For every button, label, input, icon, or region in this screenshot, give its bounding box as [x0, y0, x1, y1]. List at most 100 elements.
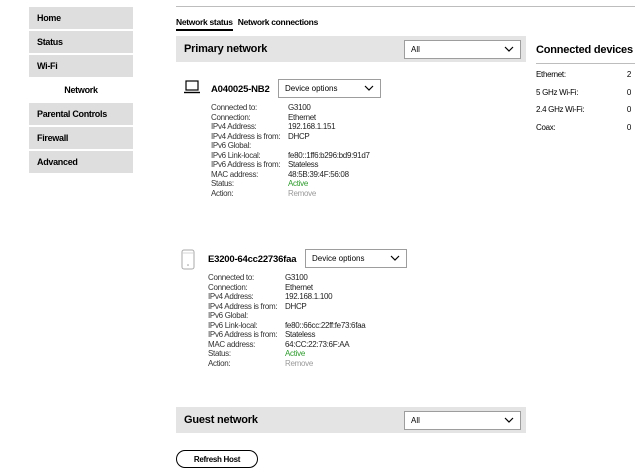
- remove-link[interactable]: Remove: [284, 359, 365, 369]
- detail-row-status: Status: Active: [211, 179, 370, 189]
- sidebar-item-advanced[interactable]: Advanced: [29, 151, 133, 173]
- sidebar-nav: Home Status Wi-Fi Network Parental Contr…: [29, 7, 133, 175]
- detail-row-mac: MAC address: 64:CC:22:73:6F:AA: [208, 340, 365, 350]
- primary-network-title: Primary network: [184, 43, 268, 55]
- detail-value: fe80::66cc:22ff:fe73:6faa: [285, 320, 366, 330]
- detail-value: fe80::1ff6:b296:bd9:91d7: [288, 150, 370, 160]
- detail-label: IPv6 Link-local:: [211, 150, 261, 160]
- chevron-down-icon: [390, 255, 400, 261]
- detail-value: Stateless: [285, 330, 316, 339]
- detail-label: IPv6 Global:: [211, 141, 251, 150]
- connected-devices-divider: [536, 63, 635, 64]
- detail-row-connection: Connection: Ethernet: [211, 113, 370, 123]
- sidebar-item-firewall[interactable]: Firewall: [29, 127, 133, 149]
- refresh-host-button[interactable]: Refresh Host: [176, 450, 258, 468]
- detail-label: IPv4 Address is from:: [211, 131, 281, 141]
- top-divider: [176, 6, 635, 7]
- guest-network-filter-select[interactable]: All: [404, 411, 521, 430]
- guest-network-title: Guest network: [184, 414, 258, 426]
- device-options-label: Device options: [285, 84, 338, 93]
- detail-value: Ethernet: [285, 282, 313, 292]
- connected-devices-row-5ghz: 5 GHz Wi-Fi: 0: [536, 88, 631, 97]
- sidebar-item-network[interactable]: Network: [29, 79, 133, 101]
- remove-link[interactable]: Remove: [287, 189, 370, 199]
- detail-value: 192.168.1.100: [285, 292, 333, 301]
- detail-value: G3100: [288, 103, 311, 112]
- detail-label: Status:: [211, 179, 234, 188]
- detail-row-ipv4-source: IPv4 Address is from: DHCP: [208, 302, 365, 312]
- detail-row-ipv6-link-local: IPv6 Link-local: fe80::1ff6:b296:bd9:91d7: [211, 151, 370, 161]
- extender-icon: [181, 249, 195, 270]
- device-options-label: Device options: [312, 254, 365, 263]
- status-value: Active: [285, 349, 305, 358]
- connected-devices-label: Coax:: [536, 123, 556, 132]
- detail-value: DHCP: [285, 301, 307, 311]
- detail-label: Connected to:: [211, 103, 257, 112]
- connected-devices-count: 0: [626, 105, 631, 114]
- detail-label: IPv6 Link-local:: [208, 320, 258, 330]
- detail-label: MAC address:: [208, 339, 256, 349]
- detail-label: Connection:: [211, 112, 251, 122]
- connected-devices-title: Connected devices: [536, 44, 633, 56]
- detail-label: IPv4 Address:: [208, 292, 254, 301]
- detail-row-ipv6-global: IPv6 Global:: [208, 311, 365, 321]
- tab-bar: Network status Network connections: [176, 17, 318, 31]
- detail-label: MAC address:: [211, 169, 259, 179]
- detail-value: G3100: [285, 273, 308, 282]
- detail-value: 64:CC:22:73:6F:AA: [285, 339, 350, 349]
- detail-row-ipv4: IPv4 Address: 192.168.1.100: [208, 292, 365, 302]
- detail-value: Stateless: [288, 160, 319, 169]
- detail-row-action: Action: Remove: [211, 189, 370, 199]
- chevron-down-icon: [364, 85, 374, 91]
- device-name: A040025-NB2: [211, 84, 270, 95]
- primary-network-filter-select[interactable]: All: [404, 40, 521, 59]
- detail-row-connection: Connection: Ethernet: [208, 283, 365, 293]
- detail-row-connected-to: Connected to: G3100: [211, 103, 370, 113]
- guest-network-filter-value: All: [411, 416, 420, 425]
- tab-network-connections[interactable]: Network connections: [238, 17, 319, 31]
- tab-network-status[interactable]: Network status: [176, 17, 233, 31]
- device-details-table: Connected to: G3100 Connection: Ethernet I…: [208, 273, 366, 369]
- chevron-down-icon: [504, 46, 514, 52]
- detail-value: Ethernet: [288, 112, 316, 122]
- detail-label: Status:: [208, 349, 231, 358]
- detail-label: IPv4 Address is from:: [208, 301, 278, 311]
- detail-value: DHCP: [288, 131, 310, 141]
- detail-row-ipv6-link-local: IPv6 Link-local: fe80::66cc:22ff:fe73:6fa…: [208, 320, 366, 331]
- detail-row-ipv4-source: IPv4 Address is from: DHCP: [211, 132, 370, 142]
- connected-devices-label: 2.4 GHz Wi-Fi:: [536, 105, 585, 114]
- connected-devices-count: 2: [626, 70, 631, 79]
- device-options-select[interactable]: Device options: [305, 249, 407, 268]
- connected-devices-label: Ethernet:: [536, 70, 566, 79]
- detail-value: [287, 141, 370, 151]
- detail-label: Action:: [208, 358, 231, 368]
- device-options-select[interactable]: Device options: [278, 79, 381, 98]
- detail-row-mac: MAC address: 48:5B:39:4F:56:08: [211, 170, 370, 180]
- detail-row-status: Status: Active: [208, 349, 365, 359]
- sidebar-item-home[interactable]: Home: [29, 7, 133, 29]
- device-name: E3200-64cc22736faa: [208, 254, 297, 265]
- laptop-icon: [184, 80, 200, 94]
- connected-devices-row-coax: Coax: 0: [536, 123, 631, 132]
- detail-label: IPv6 Address is from:: [211, 160, 281, 169]
- connected-devices-row-ethernet: Ethernet: 2: [536, 70, 631, 79]
- detail-value: 48:5B:39:4F:56:08: [288, 169, 349, 179]
- connected-devices-count: 0: [626, 123, 631, 132]
- detail-row-ipv4: IPv4 Address: 192.168.1.151: [211, 122, 370, 132]
- detail-value: [284, 311, 365, 321]
- detail-row-ipv6-source: IPv6 Address is from: Stateless: [208, 330, 365, 340]
- detail-row-ipv6-global: IPv6 Global:: [211, 141, 370, 151]
- chevron-down-icon: [504, 417, 514, 423]
- connected-devices-count: 0: [626, 88, 631, 97]
- detail-label: Connected to:: [208, 273, 254, 282]
- primary-network-filter-value: All: [411, 45, 420, 54]
- sidebar-item-status[interactable]: Status: [29, 31, 133, 53]
- detail-row-connected-to: Connected to: G3100: [208, 273, 365, 283]
- sidebar-item-wifi[interactable]: Wi-Fi: [29, 55, 133, 77]
- device-details-table: Connected to: G3100 Connection: Ethernet I…: [211, 103, 370, 198]
- detail-label: IPv6 Global:: [208, 311, 248, 320]
- connected-devices-label: 5 GHz Wi-Fi:: [536, 88, 579, 97]
- detail-row-ipv6-source: IPv6 Address is from: Stateless: [211, 160, 370, 170]
- connected-devices-row-24ghz: 2.4 GHz Wi-Fi: 0: [536, 105, 631, 114]
- sidebar-item-parental-controls[interactable]: Parental Controls: [29, 103, 133, 125]
